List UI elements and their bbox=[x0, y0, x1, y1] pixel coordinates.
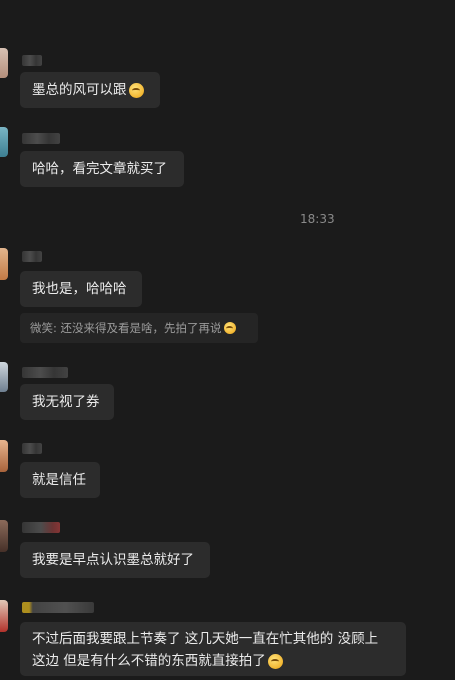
quoted-reply[interactable]: 微笑: 还没来得及看是啥，先拍了再说 bbox=[20, 313, 258, 343]
sweat-face-icon bbox=[223, 322, 236, 334]
timestamp: 18:33 bbox=[300, 212, 335, 226]
message-text: 就是信任 bbox=[32, 472, 86, 488]
avatar[interactable] bbox=[0, 248, 8, 280]
message-text: 墨总的风可以跟 bbox=[32, 82, 127, 98]
sender-name bbox=[22, 55, 42, 66]
message-bubble: 我也是，哈哈哈 bbox=[20, 271, 142, 307]
avatar[interactable] bbox=[0, 362, 8, 392]
sender-name bbox=[22, 251, 42, 262]
message-text-line-1: 不过后面我要跟上节奏了 这几天她一直在忙其他的 没顾上 bbox=[32, 631, 379, 647]
sweat-face-icon bbox=[267, 653, 283, 669]
message-text-line-2: 这边 但是有什么不错的东西就直接拍了 bbox=[32, 653, 266, 669]
sender-name bbox=[22, 133, 60, 144]
sender-name bbox=[22, 522, 60, 533]
message-bubble: 我无视了券 bbox=[20, 384, 114, 420]
message-bubble: 就是信任 bbox=[20, 462, 100, 498]
message-bubble: 墨总的风可以跟 bbox=[20, 72, 160, 108]
thinking-face-icon bbox=[128, 82, 144, 98]
message-bubble: 不过后面我要跟上节奏了 这几天她一直在忙其他的 没顾上 这边 但是有什么不错的东… bbox=[20, 622, 406, 676]
sender-name bbox=[22, 602, 94, 613]
avatar[interactable] bbox=[0, 48, 8, 78]
message-bubble: 哈哈，看完文章就买了 bbox=[20, 151, 184, 187]
avatar[interactable] bbox=[0, 440, 8, 472]
message-text: 我也是，哈哈哈 bbox=[32, 281, 127, 297]
avatar[interactable] bbox=[0, 520, 8, 552]
quote-text: 微笑: 还没来得及看是啥，先拍了再说 bbox=[30, 321, 222, 335]
avatar[interactable] bbox=[0, 600, 8, 632]
sender-name bbox=[22, 443, 42, 454]
message-text: 我无视了券 bbox=[32, 394, 100, 410]
message-text: 我要是早点认识墨总就好了 bbox=[32, 552, 194, 568]
message-bubble: 我要是早点认识墨总就好了 bbox=[20, 542, 210, 578]
message-text: 哈哈，看完文章就买了 bbox=[32, 161, 167, 177]
avatar[interactable] bbox=[0, 127, 8, 157]
sender-name bbox=[22, 367, 68, 378]
